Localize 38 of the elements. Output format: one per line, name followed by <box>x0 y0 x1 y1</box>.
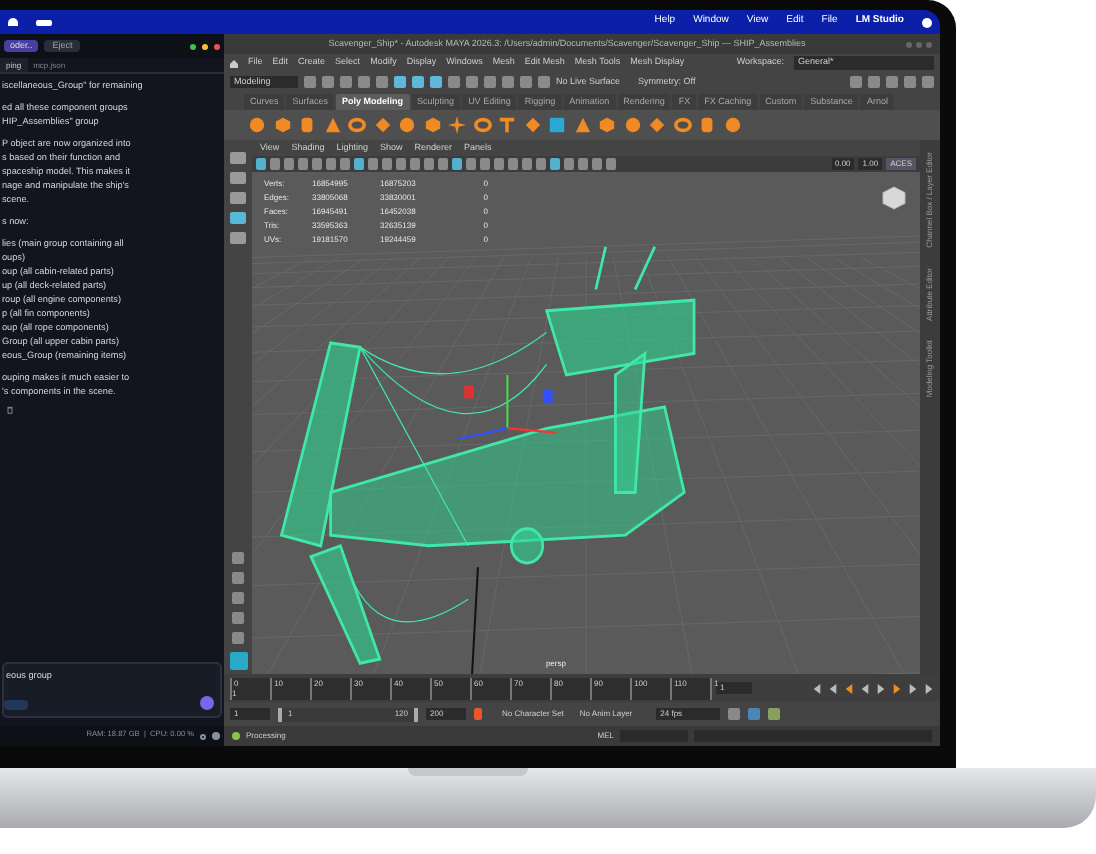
sphere-icon[interactable] <box>248 116 266 134</box>
grid-icon[interactable] <box>548 116 566 134</box>
attachment-chip[interactable] <box>4 700 28 710</box>
play-icon[interactable] <box>876 683 886 693</box>
key-back-icon[interactable] <box>844 683 854 693</box>
torus-icon[interactable] <box>348 116 366 134</box>
step-forward-icon[interactable] <box>908 683 918 693</box>
cylinder-icon[interactable] <box>698 116 716 134</box>
skip-end-icon[interactable] <box>924 683 934 693</box>
battery-icon <box>36 19 52 25</box>
processing-icon <box>232 732 240 740</box>
plane-icon[interactable] <box>523 116 541 134</box>
cone-icon[interactable] <box>323 116 341 134</box>
move-manipulator-icon[interactable] <box>458 374 557 441</box>
torus-icon[interactable] <box>673 116 691 134</box>
plane-icon[interactable] <box>373 116 391 134</box>
text-icon[interactable] <box>498 116 516 134</box>
play-back-icon[interactable] <box>860 683 870 693</box>
cylinder-icon[interactable] <box>298 116 316 134</box>
sphere-icon[interactable] <box>623 116 641 134</box>
view-cube-icon[interactable] <box>880 184 908 212</box>
key-forward-icon[interactable] <box>892 683 902 693</box>
plane-icon[interactable] <box>648 116 666 134</box>
torus-icon[interactable] <box>473 116 491 134</box>
sphere-icon[interactable] <box>398 116 416 134</box>
home-icon[interactable] <box>230 59 238 67</box>
step-back-icon[interactable] <box>828 683 838 693</box>
cone-icon[interactable] <box>573 116 591 134</box>
cube-icon[interactable] <box>598 116 616 134</box>
cube-icon[interactable] <box>273 116 291 134</box>
sphere-icon[interactable] <box>723 116 741 134</box>
notch-drawing <box>408 768 528 776</box>
pivot-line <box>471 567 479 674</box>
trash-icon[interactable] <box>6 406 14 414</box>
cube-icon[interactable] <box>423 116 441 134</box>
send-button[interactable] <box>200 696 214 710</box>
skip-start-icon[interactable] <box>812 683 822 693</box>
star-icon[interactable] <box>448 116 466 134</box>
